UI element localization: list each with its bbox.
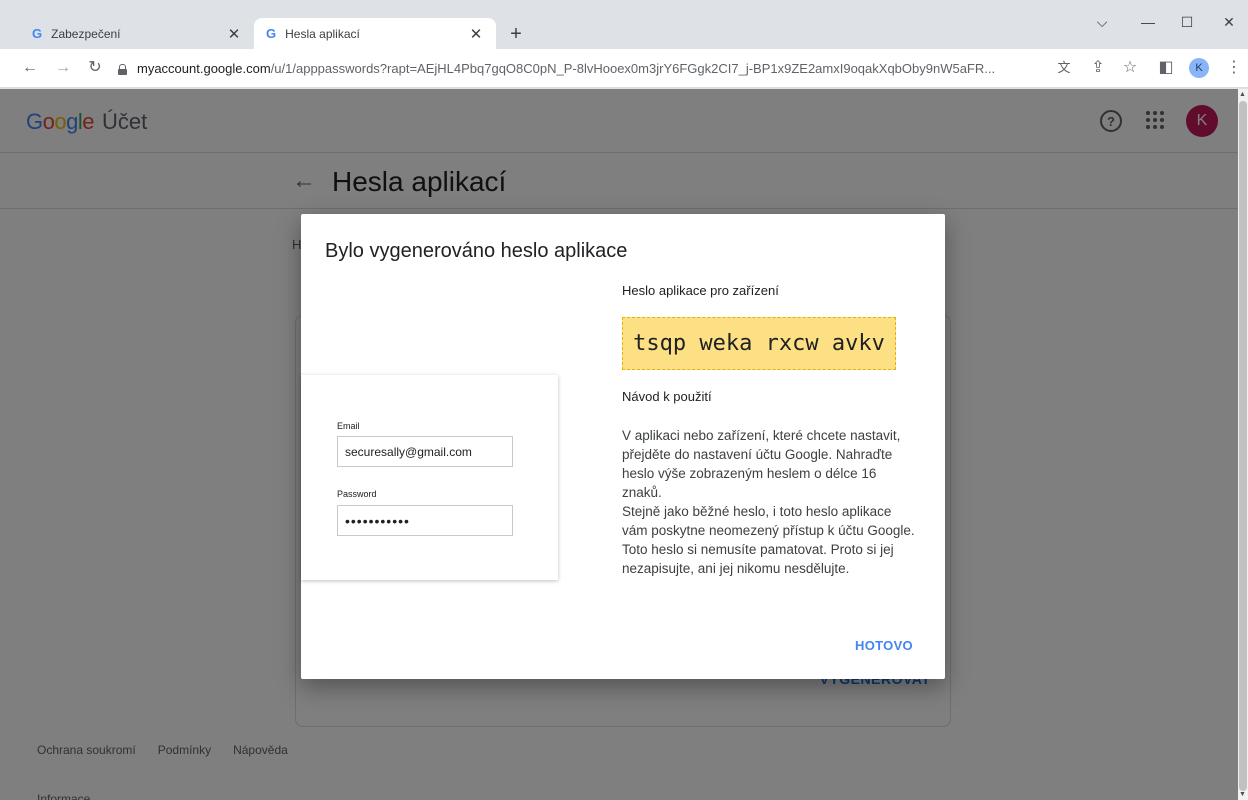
maximize-icon[interactable]: ☐: [1177, 14, 1197, 31]
scroll-down-icon[interactable]: ▼: [1239, 791, 1246, 798]
illustration-password-label: Password: [337, 489, 377, 499]
instructions-paragraph-1: V aplikaci nebo zařízení, které chcete n…: [622, 428, 901, 500]
tab-strip: G Zabezpečení ✕ G Hesla aplikací ✕ + ⌵ —…: [0, 0, 1248, 49]
url-path: /u/1/apppasswords?rapt=AEjHL4Pbq7gqO8C0p…: [270, 61, 996, 76]
browser-profile-avatar[interactable]: K: [1189, 58, 1209, 78]
tab-title: Hesla aplikací: [285, 26, 360, 41]
google-favicon-icon: G: [266, 26, 277, 41]
close-tab-icon[interactable]: ✕: [226, 25, 242, 43]
share-icon[interactable]: ⇪: [1088, 59, 1108, 77]
lock-icon[interactable]: [118, 64, 127, 75]
bookmark-star-icon[interactable]: ☆: [1120, 59, 1140, 77]
tab-title: Zabezpečení: [51, 26, 121, 41]
browser-menu-icon[interactable]: ⋮: [1224, 59, 1244, 77]
illustration-password-field: •••••••••••: [337, 505, 513, 536]
close-tab-icon[interactable]: ✕: [468, 25, 484, 43]
instructions-text: V aplikaci nebo zařízení, které chcete n…: [622, 426, 918, 578]
back-arrow-icon[interactable]: ←: [20, 59, 40, 77]
howto-heading: Návod k použití: [622, 389, 712, 404]
translate-icon[interactable]: 文: [1054, 59, 1074, 77]
generated-password-dialog: Bylo vygenerováno heslo aplikace Email s…: [301, 214, 945, 679]
tab-search-dropdown-icon[interactable]: ⌵: [1092, 14, 1112, 31]
reload-icon[interactable]: ↻: [85, 59, 105, 77]
browser-toolbar: ← → ↻ myaccount.google.com/u/1/apppasswo…: [0, 49, 1248, 88]
login-illustration: Email securesally@gmail.com Password •••…: [301, 375, 558, 580]
password-heading: Heslo aplikace pro zařízení: [622, 283, 779, 298]
scrollbar-thumb[interactable]: [1239, 101, 1247, 791]
new-tab-button[interactable]: +: [506, 24, 526, 44]
done-button[interactable]: HOTOVO: [844, 630, 924, 660]
scroll-up-icon[interactable]: ▲: [1239, 91, 1246, 98]
side-panel-icon[interactable]: ◧: [1156, 59, 1176, 77]
tab-zabezpeceni[interactable]: G Zabezpečení ✕: [20, 18, 254, 49]
google-favicon-icon: G: [32, 26, 43, 41]
dialog-title: Bylo vygenerováno heslo aplikace: [325, 240, 628, 262]
tab-hesla-aplikaci[interactable]: G Hesla aplikací ✕: [254, 18, 496, 49]
illustration-email-field: securesally@gmail.com: [337, 436, 513, 467]
close-window-icon[interactable]: ✕: [1219, 14, 1239, 31]
forward-arrow-icon[interactable]: →: [53, 59, 73, 77]
page-scrollbar[interactable]: ▲ ▼: [1238, 89, 1248, 800]
minimize-icon[interactable]: —: [1138, 14, 1158, 30]
app-password-value[interactable]: tsqp weka rxcw avkv: [622, 317, 896, 370]
address-bar[interactable]: myaccount.google.com/u/1/apppasswords?ra…: [118, 55, 1044, 82]
illustration-email-label: Email: [337, 421, 360, 431]
instructions-paragraph-2: Stejně jako běžné heslo, i toto heslo ap…: [622, 504, 915, 576]
url-host: myaccount.google.com: [137, 61, 271, 76]
